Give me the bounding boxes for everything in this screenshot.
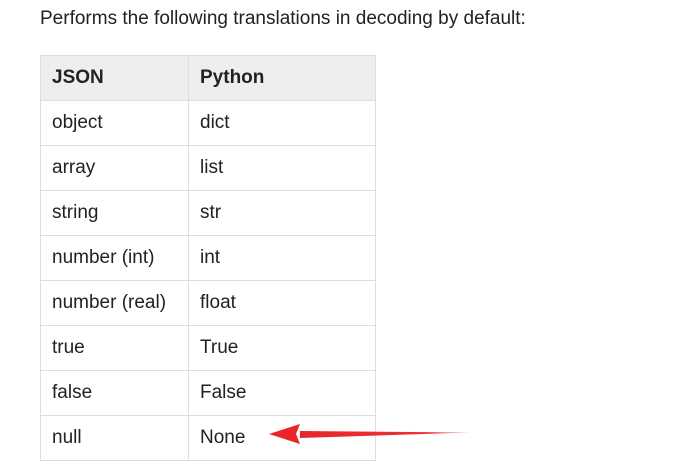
json-type-cell: string bbox=[40, 190, 189, 236]
table-header-row: JSON Python bbox=[40, 55, 376, 101]
table-row: null None bbox=[40, 415, 376, 461]
python-type-cell: str bbox=[188, 190, 376, 236]
python-type-cell: int bbox=[188, 235, 376, 281]
python-type-cell: True bbox=[188, 325, 376, 371]
table-row: string str bbox=[40, 190, 376, 236]
python-type-cell: float bbox=[188, 280, 376, 326]
table-row: array list bbox=[40, 145, 376, 191]
python-type-cell: None bbox=[188, 415, 376, 461]
table-row: true True bbox=[40, 325, 376, 371]
table-row: object dict bbox=[40, 100, 376, 146]
json-type-cell: true bbox=[40, 325, 189, 371]
python-type-cell: False bbox=[188, 370, 376, 416]
python-type-cell: list bbox=[188, 145, 376, 191]
intro-text: Performs the following translations in d… bbox=[40, 8, 526, 29]
json-type-cell: null bbox=[40, 415, 189, 461]
json-type-cell: false bbox=[40, 370, 189, 416]
header-json: JSON bbox=[40, 55, 189, 101]
json-type-cell: number (real) bbox=[40, 280, 189, 326]
conversion-table: JSON Python object dict array list strin… bbox=[40, 55, 376, 461]
header-python: Python bbox=[188, 55, 376, 101]
table-row: false False bbox=[40, 370, 376, 416]
table-row: number (int) int bbox=[40, 235, 376, 281]
json-type-text: number (real) bbox=[52, 292, 167, 313]
json-type-cell: object bbox=[40, 100, 189, 146]
json-type-cell: array bbox=[40, 145, 189, 191]
json-type-cell: number (int) bbox=[40, 235, 189, 281]
table-row: number (real) float bbox=[40, 280, 376, 326]
python-type-cell: dict bbox=[188, 100, 376, 146]
